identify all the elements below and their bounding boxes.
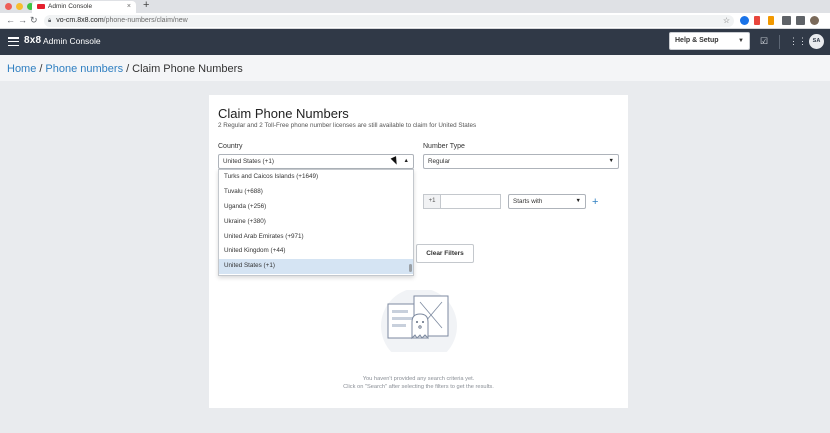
clear-filters-button[interactable]: Clear Filters [416,244,474,263]
country-option[interactable]: Turks and Caicos Islands (+1649) [219,170,413,185]
brand-logo: 8x8 [24,35,42,46]
add-filter-button[interactable]: + [592,195,598,209]
country-option[interactable]: Tuvalu (+688) [219,185,413,200]
app-name: Admin Console [43,36,101,46]
number-search-input[interactable] [441,194,501,209]
chevron-up-icon: ▲ [403,158,409,164]
app-grid-icon[interactable]: ⋮⋮ [789,36,807,47]
app-header: 8x8 Admin Console Help & Setup ▼ ☑︎ ⋮⋮ S… [0,29,830,55]
dropdown-scrollbar[interactable] [409,264,412,272]
browser-toolbar: ← → ↻ 🔒︎ vo-cm.8x8.com/phone-numbers/clai… [0,13,830,29]
page-title: Claim Phone Numbers [218,106,349,121]
country-option[interactable]: United Arab Emirates (+971) [219,230,413,245]
breadcrumb-phone-numbers[interactable]: Phone numbers [45,63,123,75]
profile-avatar-icon[interactable] [810,16,819,25]
country-option[interactable]: Uganda (+256) [219,200,413,215]
country-label: Country [218,143,243,150]
license-availability-text: 2 Regular and 2 Toll-Free phone number l… [218,122,477,129]
tab-title: Admin Console [48,3,93,10]
country-code-prefix: +1 [423,194,441,209]
claim-numbers-card: Claim Phone Numbers 2 Regular and 2 Toll… [209,95,628,408]
extension-icon[interactable] [740,16,749,25]
chevron-down-icon: ▼ [608,158,614,164]
minimize-window-button[interactable] [16,3,23,10]
breadcrumb-current: Claim Phone Numbers [132,63,243,75]
close-window-button[interactable] [5,3,12,10]
match-type-select[interactable]: Starts with ▼ [508,194,586,209]
header-divider [779,35,780,49]
window-controls [5,3,34,10]
tasks-icon[interactable]: ☑︎ [760,36,768,47]
tab-close-icon[interactable]: × [127,1,131,13]
country-option[interactable]: United Kingdom (+44) [219,244,413,259]
browser-tab[interactable]: Admin Console × [32,1,136,13]
new-tab-button[interactable]: + [143,0,149,11]
puzzle-icon[interactable] [796,16,805,25]
extension-icon[interactable] [782,16,791,25]
url-path: /phone-numbers/claim/new [103,17,188,24]
forward-icon[interactable]: → [18,14,27,27]
number-type-select[interactable]: Regular ▼ [423,154,619,169]
extension-icon[interactable] [768,16,774,25]
avatar[interactable]: SA [809,34,824,49]
match-type-value: Starts with [513,198,543,205]
country-dropdown-list: Turks and Caicos Islands (+1649) Tuvalu … [218,169,414,276]
help-setup-label: Help & Setup [675,37,719,44]
number-type-label: Number Type [423,143,465,150]
country-select[interactable]: United States (+1) ▲ [218,154,414,169]
chevron-down-icon: ▼ [575,198,581,204]
breadcrumb-home[interactable]: Home [7,63,36,75]
empty-state-hint: Click on "Search" after selecting the fi… [343,384,494,390]
chevron-down-icon: ▼ [738,38,744,44]
url-host: vo-cm.8x8.com [56,17,104,24]
help-setup-dropdown[interactable]: Help & Setup ▼ [669,32,750,50]
country-selected-value: United States (+1) [223,158,274,165]
menu-icon[interactable] [8,37,19,46]
empty-search-illustration-icon [381,290,457,352]
bookmark-star-icon[interactable]: ☆ [723,15,730,27]
browser-tab-strip: Admin Console × + [0,0,830,13]
extension-icon[interactable] [754,16,760,25]
number-type-value: Regular [428,158,451,165]
empty-state-message: You haven't provided any search criteria… [362,376,475,382]
country-option-selected[interactable]: United States (+1) [219,259,413,275]
back-icon[interactable]: ← [6,14,15,27]
lock-icon: 🔒︎ [48,18,52,24]
country-option[interactable]: Ukraine (+380) [219,215,413,230]
address-bar[interactable]: 🔒︎ vo-cm.8x8.com/phone-numbers/claim/new … [44,15,734,27]
breadcrumb: Home / Phone numbers / Claim Phone Numbers [0,55,830,81]
reload-icon[interactable]: ↻ [30,14,38,27]
favicon-icon [37,3,45,9]
